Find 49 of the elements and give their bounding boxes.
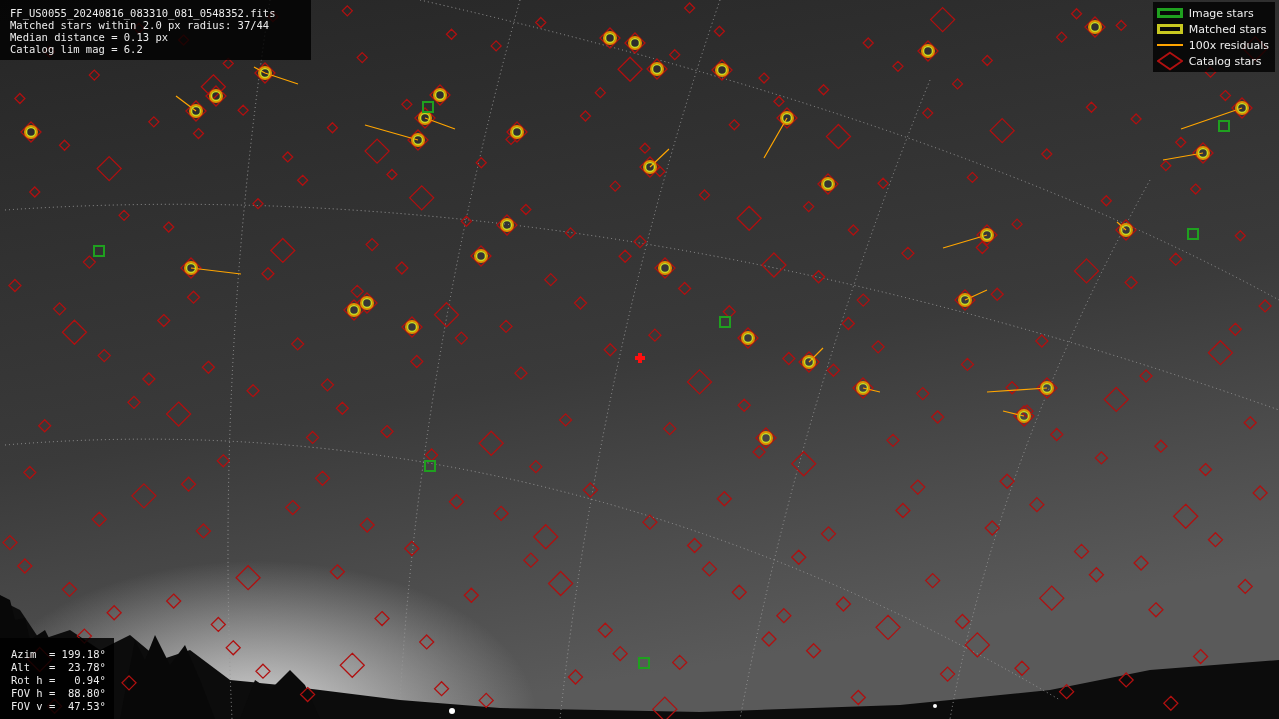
matched-star-marker: [418, 111, 432, 125]
matched-star-marker: [650, 62, 664, 76]
pointing-line: Alt = 23.78°: [11, 661, 106, 674]
legend-label: Matched stars: [1188, 22, 1267, 36]
matched-star-marker: [856, 381, 870, 395]
matched-star-marker: [24, 125, 38, 139]
matched-star-marker: [628, 36, 642, 50]
matched-star-marker: [1040, 381, 1054, 395]
matched-star-marker: [510, 125, 524, 139]
matched-star-marker: [643, 160, 657, 174]
matched-star-marker: [980, 228, 994, 242]
info-line: Matched stars within 2.0 px radius: 37/44: [10, 19, 270, 31]
matched-star-marker: [1119, 223, 1133, 237]
matched-star-marker: [258, 66, 272, 80]
matched-star-marker: [433, 88, 447, 102]
matched-star-marker: [759, 431, 773, 445]
matched-star-marker: [189, 104, 203, 118]
info-line: Catalog lim mag = 6.2: [10, 43, 144, 55]
matched-star-marker: [1017, 409, 1031, 423]
pointing-line: FOV h = 88.80°: [11, 687, 106, 700]
matched-star-marker: [715, 63, 729, 77]
matched-star-marker: [780, 111, 794, 125]
matched-star-marker: [347, 303, 361, 317]
matched-star-marker: [360, 296, 374, 310]
matched-star-marker: [603, 31, 617, 45]
matched-star-marker: [658, 261, 672, 275]
matched-star-marker: [184, 261, 198, 275]
info-line: Median distance = 0.13 px: [10, 31, 170, 43]
crosshair-icon: [635, 353, 645, 363]
pointing-line: Rot h = 0.94°: [11, 674, 106, 687]
matched-star-marker: [1196, 146, 1210, 160]
legend-label: 100x residuals: [1188, 38, 1269, 52]
matched-star-marker: [921, 44, 935, 58]
pointing-line: Azim = 199.18°: [11, 648, 106, 661]
matched-star-marker: [741, 331, 755, 345]
info-line: FF_US0055_20240816_083310_081_0548352.fits: [10, 7, 277, 19]
matched-star-marker: [474, 249, 488, 263]
pointing-line: FOV v = 47.53°: [11, 700, 106, 713]
matched-star-marker: [500, 218, 514, 232]
matched-star-marker: [405, 320, 419, 334]
matched-star-marker: [821, 177, 835, 191]
matched-star-marker: [209, 89, 223, 103]
matched-star-marker: [802, 355, 816, 369]
matched-star-marker: [411, 133, 425, 147]
matched-star-marker: [1088, 20, 1102, 34]
legend-label: Image stars: [1188, 6, 1254, 20]
matched-star-marker: [1235, 101, 1249, 115]
legend-label: Catalog stars: [1188, 54, 1262, 68]
matched-star-marker: [958, 293, 972, 307]
